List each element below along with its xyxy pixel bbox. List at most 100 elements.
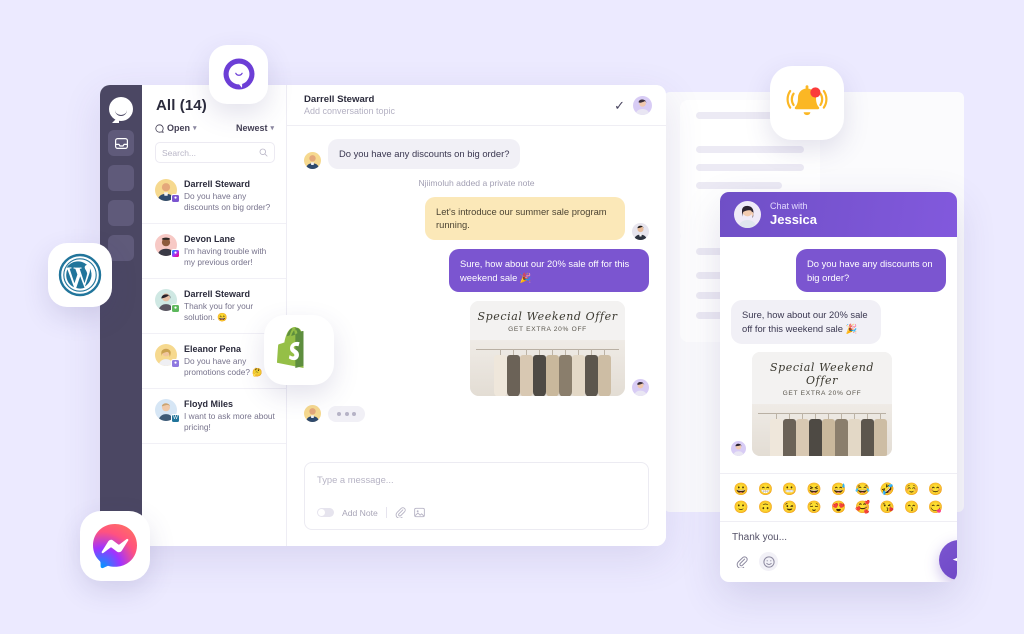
- livechat-app-icon[interactable]: [209, 45, 268, 104]
- avatar: ●: [155, 179, 180, 203]
- widget-header-text: Chat with Jessica: [770, 201, 817, 228]
- avatar: W: [155, 399, 180, 424]
- notification-bell-icon[interactable]: [770, 66, 844, 140]
- page-title: Darrell Steward: [304, 94, 375, 105]
- channel-badge-messenger: ●: [171, 249, 180, 259]
- paperclip-icon[interactable]: [395, 507, 406, 518]
- agent-male-avatar: [632, 222, 649, 240]
- system-note: Njiimoluh added a private note: [418, 177, 535, 188]
- status-filter-label: Open: [167, 123, 191, 133]
- emoji[interactable]: 😁: [754, 482, 776, 497]
- widget-header: Chat with Jessica: [720, 192, 957, 237]
- message-list: Do you have any discounts on big order? …: [287, 126, 666, 458]
- conversation-topic-input[interactable]: Add conversation topic: [304, 106, 606, 116]
- list-item[interactable]: W Floyd Miles I want to ask more about p…: [142, 389, 286, 445]
- sidebar-item-inbox[interactable]: [108, 130, 134, 156]
- emoji[interactable]: 😅: [827, 482, 849, 497]
- emoji[interactable]: 😆: [803, 482, 825, 497]
- list-item-name: Floyd Miles: [184, 399, 234, 410]
- emoji[interactable]: 😍: [827, 500, 849, 515]
- emoji-picker[interactable]: 😀 😁 😬 😆 😅 😂 🤣 ☺️ 😊 🙂 🙃 😉 😌 😍 🥰 😘 😙 😋: [720, 473, 957, 521]
- check-icon[interactable]: ✓: [614, 99, 625, 112]
- search-box[interactable]: [155, 142, 275, 163]
- message-incoming: Do you have any discounts on big order?: [304, 139, 649, 169]
- status-filter-button[interactable]: Open ▾: [155, 123, 197, 133]
- placeholder-line: [696, 146, 804, 153]
- avatar: ●: [155, 289, 180, 314]
- search-input[interactable]: [162, 147, 242, 158]
- emoji[interactable]: 😙: [900, 500, 922, 515]
- typing-indicator: [304, 405, 649, 423]
- widget-message-outgoing: Do you have any discounts on big order?: [731, 249, 946, 293]
- sort-filter-button[interactable]: Newest ▾: [236, 123, 274, 133]
- emoji[interactable]: 😌: [803, 500, 825, 515]
- list-item[interactable]: ● Darrell Steward Do you have any discou…: [142, 169, 286, 225]
- offer-image-card[interactable]: Special Weekend Offer GET EXTRA 20% OFF: [752, 351, 892, 456]
- shopify-app-icon[interactable]: [264, 315, 334, 385]
- image-icon[interactable]: [414, 507, 425, 518]
- add-note-label: Add Note: [342, 507, 378, 518]
- emoji[interactable]: 😘: [876, 500, 898, 515]
- emoji[interactable]: 🤣: [876, 482, 898, 497]
- filter-row: Open ▾ Newest ▾: [142, 123, 286, 133]
- avatar: ●: [155, 234, 180, 259]
- send-icon: [952, 557, 957, 561]
- list-item-name: Eleanor Pena: [184, 344, 242, 355]
- sidebar-item-placeholder-2[interactable]: [108, 200, 134, 226]
- message-bubble: Do you have any discounts on big order?: [328, 139, 521, 169]
- widget-message-input[interactable]: Thank you...: [732, 532, 945, 543]
- chat-smile-logo-icon: [109, 97, 133, 121]
- message-private-note: Let's introduce our summer sale program …: [304, 196, 649, 240]
- chat-circle-icon: [155, 123, 164, 133]
- emoji[interactable]: 🙃: [754, 500, 776, 515]
- emoji[interactable]: 😋: [925, 500, 947, 515]
- channel-badge-whatsapp: ●: [171, 304, 180, 314]
- list-item[interactable]: ● Darrell Steward Thank you for your sol…: [142, 279, 286, 335]
- composer-toolbar: Add Note: [317, 507, 636, 518]
- emoji[interactable]: 😊: [925, 482, 947, 497]
- inbox-app-window: All (14) Open ▾ Newest ▾ Search... ● Dar…: [100, 85, 666, 546]
- widget-message-image: Special Weekend Offer GET EXTRA 20% OFF: [731, 351, 946, 456]
- customer-avatar: [304, 405, 321, 423]
- avatar: ●: [155, 344, 180, 369]
- message-input[interactable]: Type a message...: [317, 474, 636, 485]
- inbox-icon: [114, 137, 128, 149]
- widget-message-list: Do you have any discounts on big order? …: [720, 237, 957, 473]
- widget-composer-toolbar: [732, 552, 945, 571]
- offer-image-card[interactable]: Special Weekend Offer GET EXTRA 20% OFF: [470, 301, 625, 397]
- add-note-toggle[interactable]: [317, 508, 334, 517]
- smiley-icon[interactable]: [759, 552, 778, 571]
- paperclip-icon[interactable]: [732, 552, 751, 571]
- sort-filter-label: Newest: [235, 123, 268, 133]
- emoji[interactable]: 🥰: [852, 500, 874, 515]
- jessica-avatar: [734, 201, 761, 228]
- send-button[interactable]: [939, 540, 957, 580]
- emoji[interactable]: 🙂: [730, 500, 752, 515]
- emoji[interactable]: 😉: [779, 500, 801, 515]
- sidebar-item-placeholder-3[interactable]: [108, 235, 134, 261]
- navigation-rail: [100, 85, 142, 546]
- offer-title: Special Weekend Offer: [477, 310, 618, 324]
- sidebar-item-placeholder-1[interactable]: [108, 165, 134, 191]
- channel-badge-livechat: ●: [171, 359, 180, 369]
- emoji[interactable]: 😂: [852, 482, 874, 497]
- agent-avatar: [632, 379, 649, 397]
- message-outgoing: Sure, how about our 20% sale off for thi…: [304, 248, 649, 293]
- chevron-down-icon: ▾: [270, 125, 274, 132]
- message-composer[interactable]: Type a message... Add Note: [304, 462, 649, 530]
- emoji[interactable]: ☺️: [900, 482, 922, 497]
- channel-badge-wordpress: W: [171, 414, 180, 424]
- messenger-app-icon[interactable]: [80, 511, 150, 581]
- widget-eyebrow: Chat with: [770, 200, 808, 211]
- emoji[interactable]: 😀: [730, 482, 752, 497]
- list-item[interactable]: ● Devon Lane I'm having trouble with my …: [142, 224, 286, 280]
- message-image: Special Weekend Offer GET EXTRA 20% OFF: [304, 301, 649, 397]
- widget-composer[interactable]: Thank you...: [720, 521, 957, 582]
- emoji[interactable]: 😬: [779, 482, 801, 497]
- offer-photo: [470, 340, 625, 397]
- agent-avatar[interactable]: [633, 95, 652, 115]
- message-bubble: Sure, how about our 20% sale off for thi…: [731, 300, 881, 344]
- typing-dots: [328, 406, 365, 423]
- wordpress-app-icon[interactable]: [48, 243, 112, 307]
- widget-agent-name: Jessica: [770, 211, 817, 227]
